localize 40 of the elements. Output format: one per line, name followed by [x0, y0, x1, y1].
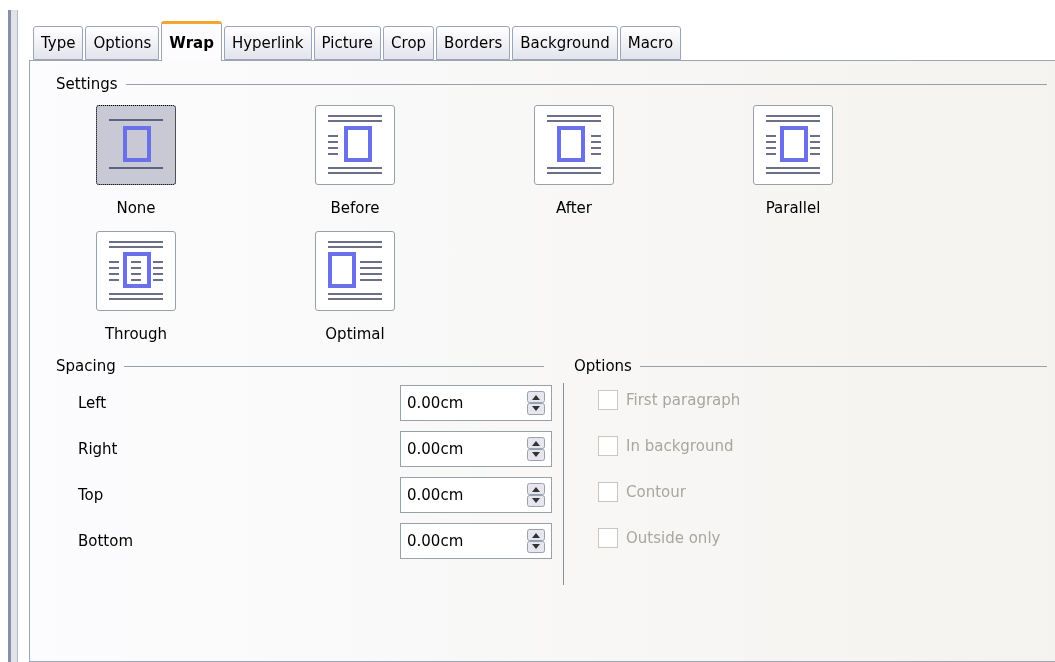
section-title: Options [574, 357, 632, 375]
checkbox-label: First paragraph [626, 391, 741, 409]
tab[interactable]: Crop [383, 26, 435, 60]
wrap-option-label: Parallel [765, 199, 821, 217]
section-title: Settings [56, 75, 118, 93]
spin-field[interactable]: 0.00cm [400, 523, 552, 559]
field-label: Left [78, 394, 107, 412]
wrap-option-button[interactable] [315, 105, 395, 185]
checkbox-label: In background [626, 437, 734, 455]
wrap-option-label: Optimal [325, 325, 385, 343]
spin-field[interactable]: 0.00cm [400, 385, 552, 421]
tab[interactable]: Type [33, 26, 84, 60]
wrap-option-label: After [556, 199, 592, 217]
field-label: Bottom [78, 532, 134, 550]
field-label: Top [78, 486, 104, 504]
wrap-option-button[interactable] [96, 231, 176, 311]
spin-arrows-icon[interactable] [527, 483, 545, 507]
field-label: Right [78, 440, 118, 458]
tab[interactable]: Borders [436, 26, 511, 60]
spin-arrows-icon[interactable] [527, 437, 545, 461]
wrap-option-label: Through [104, 325, 168, 343]
spin-field[interactable]: 0.00cm [400, 431, 552, 467]
tab[interactable]: Background [512, 26, 618, 60]
spin-arrows-icon[interactable] [527, 529, 545, 553]
tab[interactable]: Picture [313, 26, 382, 60]
tab[interactable]: Macro [619, 26, 682, 60]
wrap-option-button[interactable] [96, 105, 176, 185]
wrap-option-label: None [116, 199, 156, 217]
wrap-option-button[interactable] [315, 231, 395, 311]
tab[interactable]: Options [85, 26, 160, 60]
wrap-option-button[interactable] [753, 105, 833, 185]
tab[interactable]: Wrap [161, 21, 222, 61]
spin-arrows-icon[interactable] [527, 391, 545, 415]
section-title: Spacing [56, 357, 116, 375]
checkbox-label: Contour [626, 483, 686, 501]
wrap-option-label: Before [330, 199, 380, 217]
tab[interactable]: Hyperlink [223, 26, 312, 60]
spin-field[interactable]: 0.00cm [400, 477, 552, 513]
wrap-option-button[interactable] [534, 105, 614, 185]
checkbox-label: Outside only [626, 529, 721, 547]
